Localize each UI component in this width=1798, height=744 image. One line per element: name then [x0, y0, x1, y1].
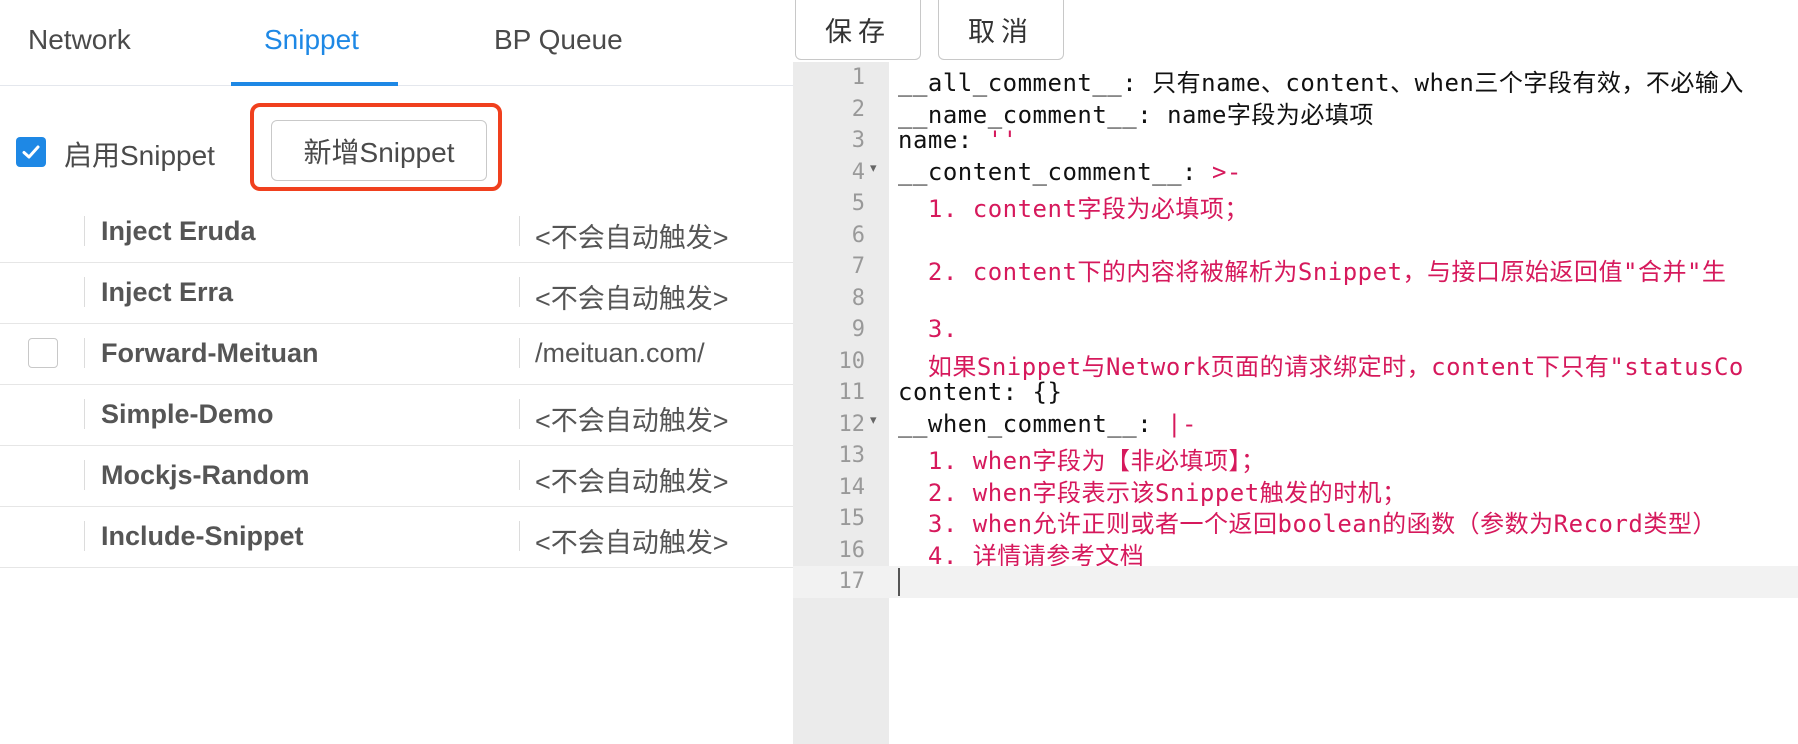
- code-line[interactable]: 12 ▾ __when_comment__: |-: [793, 409, 1798, 441]
- column-divider: [84, 277, 85, 307]
- code-line[interactable]: 15 3. when允许正则或者一个返回boolean的函数（参数为Record…: [793, 503, 1798, 538]
- code-line[interactable]: 10 如果Snippet与Network页面的请求绑定时，content下只有"…: [793, 346, 1798, 381]
- snippet-trigger: <不会自动触发>: [535, 467, 729, 497]
- line-number: 16: [838, 537, 866, 563]
- cancel-button[interactable]: 取消: [938, 0, 1064, 60]
- code-text: content: {}: [898, 378, 1062, 406]
- line-number: 2: [851, 96, 865, 122]
- line-number: 4: [851, 159, 865, 185]
- line-number: 1: [851, 65, 865, 90]
- yaml-key: __content_comment__:: [898, 157, 1212, 186]
- snippet-row[interactable]: Inject Eruda <不会自动触发>: [0, 202, 793, 263]
- snippet-name: Inject Erra: [101, 277, 234, 307]
- code-editor[interactable]: 1 __all_comment__: 只有name、content、when三个字…: [793, 62, 1798, 744]
- code-text: name: '': [898, 126, 1018, 154]
- yaml-string: '': [987, 126, 1018, 154]
- snippet-editor-panel: 保存 取消 1 __all_comment__: 只有name、content、w…: [793, 0, 1798, 744]
- snippet-name: Simple-Demo: [101, 399, 274, 429]
- enable-snippet-checkbox[interactable]: [16, 137, 46, 167]
- yaml-string: |-: [1167, 409, 1197, 438]
- snippet-row[interactable]: Inject Erra <不会自动触发>: [0, 263, 793, 324]
- snippet-name: Forward-Meituan: [101, 338, 319, 368]
- snippet-trigger: <不会自动触发>: [535, 284, 729, 314]
- add-snippet-button[interactable]: 新增Snippet: [271, 120, 487, 181]
- line-number: 15: [838, 506, 866, 531]
- text-cursor: [898, 568, 900, 596]
- snippet-name: Include-Snippet: [101, 521, 304, 551]
- snippet-list: Inject Eruda <不会自动触发> Inject Erra <不会自动触发> F…: [0, 202, 793, 568]
- yaml-key: __when_comment__:: [898, 409, 1168, 438]
- snippet-row-checkbox[interactable]: [28, 338, 58, 368]
- line-number: 9: [851, 317, 865, 342]
- line-number: 7: [851, 254, 865, 279]
- column-divider: [84, 460, 85, 490]
- code-line[interactable]: 5 1. content字段为必填项；: [793, 188, 1798, 223]
- column-divider: [519, 399, 520, 429]
- tab-snippet[interactable]: Snippet: [264, 24, 359, 56]
- code-text: 3.: [898, 315, 958, 343]
- snippet-trigger: <不会自动触发>: [535, 406, 729, 436]
- save-button[interactable]: 保存: [795, 0, 921, 60]
- snippet-panel: Network Snippet BP Queue 启用Snippet 新增Sni…: [0, 0, 793, 744]
- line-number: 10: [838, 348, 866, 374]
- enable-snippet-label[interactable]: 启用Snippet: [64, 134, 215, 174]
- code-line[interactable]: 14 2. when字段表示该Snippet触发的时机；: [793, 472, 1798, 507]
- snippet-trigger: /meituan.com/: [535, 338, 705, 368]
- column-divider: [84, 399, 85, 429]
- tab-bar: Network Snippet BP Queue: [0, 0, 793, 86]
- snippet-name: Inject Eruda: [101, 216, 256, 246]
- yaml-string: >-: [1211, 157, 1242, 186]
- snippet-row[interactable]: Simple-Demo <不会自动触发>: [0, 385, 793, 446]
- column-divider: [519, 521, 520, 551]
- code-line[interactable]: 9 3.: [793, 314, 1798, 346]
- column-divider: [84, 521, 85, 551]
- code-line[interactable]: 16 4. 详情请参考文档: [793, 535, 1798, 570]
- chevron-down-icon[interactable]: ▾: [870, 412, 877, 428]
- line-number: 17: [838, 569, 866, 594]
- tab-bp-queue[interactable]: BP Queue: [494, 24, 623, 56]
- line-number: 11: [838, 380, 866, 405]
- line-number: 13: [838, 443, 866, 468]
- tab-network[interactable]: Network: [28, 24, 131, 56]
- code-line[interactable]: 3 name: '': [793, 125, 1798, 157]
- code-line[interactable]: 13 1. when字段为【非必填项】；: [793, 440, 1798, 475]
- code-line[interactable]: 4 ▾ __content_comment__: >-: [793, 157, 1798, 189]
- yaml-key: content: {}: [898, 378, 1063, 406]
- line-number: 5: [851, 191, 865, 216]
- column-divider: [519, 277, 520, 307]
- code-line[interactable]: 7 2. content下的内容将被解析为Snippet，与接口原始返回值"合并…: [793, 251, 1798, 286]
- line-number: 3: [851, 128, 865, 153]
- code-text: __content_comment__: >-: [898, 158, 1242, 186]
- active-tab-indicator: [231, 82, 398, 86]
- code-line[interactable]: 8: [793, 283, 1798, 315]
- checkmark-icon: [22, 145, 40, 159]
- yaml-string: 3.: [898, 315, 958, 343]
- line-number: 12: [838, 411, 866, 437]
- line-number: 6: [851, 222, 865, 248]
- code-line[interactable]: 1 __all_comment__: 只有name、content、when三个字…: [793, 62, 1798, 97]
- code-line[interactable]: 17: [793, 566, 1798, 598]
- line-number: 14: [838, 474, 866, 500]
- code-line[interactable]: 11 content: {}: [793, 377, 1798, 409]
- code-text: __when_comment__: |-: [898, 410, 1197, 438]
- snippet-trigger: <不会自动触发>: [535, 528, 729, 558]
- code-line[interactable]: 2 __name_comment__: name字段为必填项: [793, 94, 1798, 129]
- column-divider: [84, 216, 85, 246]
- snippet-row[interactable]: Include-Snippet <不会自动触发>: [0, 507, 793, 568]
- snippet-row[interactable]: Mockjs-Random <不会自动触发>: [0, 446, 793, 507]
- column-divider: [519, 460, 520, 490]
- yaml-key: name:: [898, 126, 988, 154]
- snippet-name: Mockjs-Random: [101, 460, 310, 490]
- line-number: 8: [851, 285, 865, 311]
- chevron-down-icon[interactable]: ▾: [870, 160, 877, 176]
- snippet-row[interactable]: Forward-Meituan/meituan.com/: [0, 324, 793, 385]
- code-line[interactable]: 6: [793, 220, 1798, 252]
- column-divider: [519, 216, 520, 246]
- snippet-trigger: <不会自动触发>: [535, 223, 729, 253]
- column-divider: [84, 338, 85, 368]
- column-divider: [519, 338, 520, 368]
